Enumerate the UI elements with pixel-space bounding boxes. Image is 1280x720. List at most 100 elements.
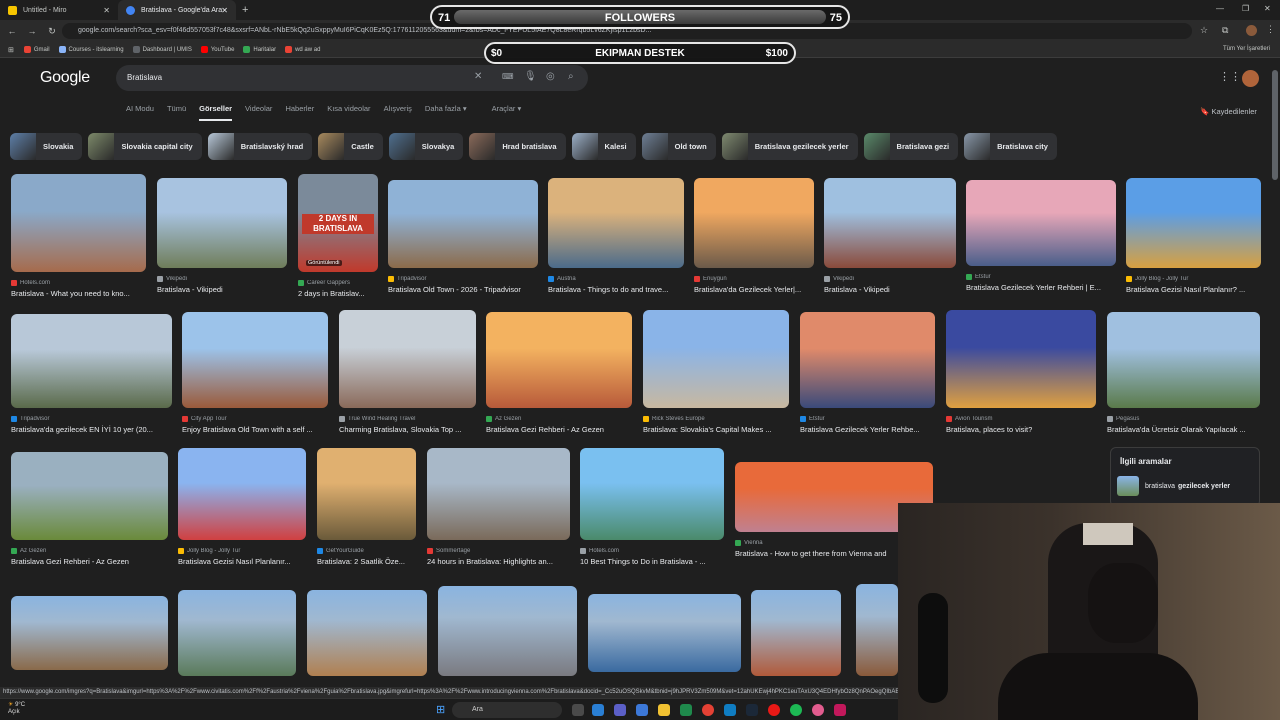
result-thumbnail[interactable] <box>178 448 306 540</box>
image-result[interactable] <box>307 590 427 676</box>
result-title[interactable]: Bratislava'da gezilecek EN İYİ 10 yer (2… <box>11 425 172 434</box>
steam-icon[interactable] <box>746 704 758 716</box>
search-tab[interactable]: Kısa videolar <box>327 104 370 121</box>
result-title[interactable]: Bratislava Gezi Rehberi - Az Gezen <box>486 425 632 434</box>
image-result[interactable]: Rick Steves Europe Bratislava: Slovakia's… <box>643 310 789 434</box>
result-title[interactable]: Bratislava Old Town - 2026 - Tripadvisor <box>388 285 538 294</box>
profile-avatar[interactable] <box>1246 25 1257 36</box>
result-thumbnail[interactable] <box>317 448 416 540</box>
tab-google[interactable]: Bratislava - Google'da Ara ✕ <box>118 0 236 20</box>
search-tab[interactable]: Araçlar ▾ <box>492 104 522 121</box>
search-icon[interactable]: ⌕ <box>568 71 574 82</box>
result-title[interactable]: 10 Best Things to Do in Bratislava - ... <box>580 557 724 566</box>
result-thumbnail[interactable] <box>388 180 538 268</box>
result-thumbnail[interactable] <box>694 178 814 268</box>
image-result[interactable]: Tripadvisor Bratislava Old Town - 2026 - … <box>388 180 538 294</box>
image-result[interactable]: Vikipedi Bratislava - Vikipedi <box>824 178 956 294</box>
search-tab[interactable]: Tümü <box>167 104 186 121</box>
result-thumbnail[interactable] <box>800 312 935 408</box>
result-thumbnail[interactable] <box>339 310 476 408</box>
bookmark-star-icon[interactable]: ☆ <box>1200 25 1208 36</box>
menu-icon[interactable]: ⋮ <box>1266 24 1275 35</box>
close-icon[interactable]: ✕ <box>103 6 110 15</box>
result-title[interactable]: Bratislava Gezilecek Yerler Rehbe... <box>800 425 935 434</box>
filter-chip[interactable]: Slovakia capital city <box>88 133 202 160</box>
search-tab[interactable]: Alışveriş <box>384 104 412 121</box>
filter-chip[interactable]: Slovakia <box>10 133 83 160</box>
image-result[interactable] <box>588 594 741 672</box>
image-result[interactable]: Vikipedi Bratislava - Vikipedi <box>157 178 287 294</box>
image-result[interactable]: Sommertage 24 hours in Bratislava: Highli… <box>427 448 570 566</box>
bookmark-item[interactable]: wd aw ad <box>285 46 320 53</box>
edge-icon[interactable] <box>636 704 648 716</box>
excel-icon[interactable] <box>680 704 692 716</box>
filter-chip[interactable]: Hrad bratislava <box>469 133 566 160</box>
opera-icon[interactable] <box>768 704 780 716</box>
result-title[interactable]: 24 hours in Bratislava: Highlights an... <box>427 557 570 566</box>
result-title[interactable]: Bratislava'da Ücretsiz Olarak Yapılacak … <box>1107 425 1260 434</box>
google-logo[interactable]: Google <box>40 69 90 87</box>
result-title[interactable]: Bratislava Gezisi Nasıl Planlanır... <box>178 557 306 566</box>
result-title[interactable]: Bratislava - What you need to kno... <box>11 289 146 298</box>
filter-chip[interactable]: Bratislavský hrad <box>207 133 313 160</box>
search-tab[interactable]: AI Modu <box>126 104 154 121</box>
result-title[interactable]: 2 days in Bratislav... <box>298 289 378 298</box>
search-input[interactable]: Bratislava <box>127 73 162 82</box>
image-result[interactable]: True Wind Healing Travel Charming Bratisl… <box>339 310 476 434</box>
close-icon[interactable]: ✕ <box>221 6 228 15</box>
app-icon[interactable] <box>812 704 824 716</box>
close-window-icon[interactable]: ✕ <box>1264 4 1271 13</box>
bookmark-item[interactable]: Gmail <box>23 46 50 53</box>
result-thumbnail[interactable] <box>643 310 789 408</box>
result-thumbnail[interactable] <box>427 448 570 540</box>
bookmark-item[interactable]: Courses - itslearning <box>58 46 124 53</box>
filter-chip[interactable]: Bratislava city <box>964 133 1057 160</box>
weather-widget[interactable]: ☀ 9°C Açık <box>8 702 25 716</box>
result-title[interactable]: Bratislava - Vikipedi <box>824 285 956 294</box>
image-result[interactable]: Tripadvisor Bratislava'da gezilecek EN İY… <box>11 314 172 434</box>
result-thumbnail[interactable] <box>1126 178 1261 268</box>
extensions-icon[interactable]: ⧉ <box>1222 25 1228 36</box>
apps-icon[interactable]: ⊞ <box>8 46 14 54</box>
result-title[interactable]: Bratislava: Slovakia's Capital Makes ... <box>643 425 789 434</box>
search-tab[interactable]: Haberler <box>285 104 314 121</box>
all-bookmarks[interactable]: Tüm Yer İşaretleri <box>1223 46 1270 52</box>
result-title[interactable]: Bratislava Gezi Rehberi - Az Gezen <box>11 557 168 566</box>
bookmark-item[interactable]: Dashboard | UMIS <box>132 46 192 53</box>
bookmark-item[interactable]: Haritalar <box>243 46 276 53</box>
account-avatar[interactable] <box>1242 70 1259 87</box>
spotify-icon[interactable] <box>790 704 802 716</box>
start-icon[interactable]: ⊞ <box>436 703 445 716</box>
search-tab[interactable]: Videolar <box>245 104 272 121</box>
filter-chip[interactable]: Castle <box>318 133 383 160</box>
new-tab-button[interactable]: + <box>236 4 254 16</box>
teams-icon[interactable] <box>614 704 626 716</box>
image-result[interactable] <box>856 584 898 676</box>
result-title[interactable]: Enjoy Bratislava Old Town with a self ..… <box>182 425 328 434</box>
tab-miro[interactable]: Untitled - Miro ✕ <box>0 0 118 20</box>
taskbar-search[interactable]: Ara <box>452 702 562 718</box>
image-result[interactable]: Jolly Blog - Jolly Tur Bratislava Gezisi … <box>1126 178 1261 294</box>
task-view-icon[interactable] <box>572 704 584 716</box>
app-icon[interactable] <box>834 704 846 716</box>
search-box[interactable]: Bratislava ✕ ⌨ 🎙 ◎ ⌕ <box>116 65 588 91</box>
lens-icon[interactable]: ◎ <box>546 71 555 82</box>
microphone-icon[interactable]: 🎙 <box>524 71 537 82</box>
explorer-icon[interactable] <box>658 704 670 716</box>
image-result[interactable]: Austria Bratislava - Things to do and tra… <box>548 178 684 294</box>
image-result[interactable]: Hotels.com 10 Best Things to Do in Bratis… <box>580 448 724 566</box>
bookmark-item[interactable]: YouTube <box>200 46 234 53</box>
result-title[interactable]: Bratislava'da Gezilecek Yerler|... <box>694 285 814 294</box>
result-thumbnail[interactable] <box>11 452 168 540</box>
image-result[interactable]: Etstur Bratislava Gezilecek Yerler Rehber… <box>966 180 1116 292</box>
reload-icon[interactable]: ↻ <box>44 26 60 37</box>
related-item[interactable]: bratislava gezilecek yerler <box>1117 476 1259 496</box>
image-result[interactable]: GetYourGuide Bratislava: 2 Saatlik Öze... <box>317 448 416 566</box>
image-result[interactable]: Jolly Blog - Jolly Tur Bratislava Gezisi … <box>178 448 306 566</box>
image-result[interactable]: Az Gezen Bratislava Gezi Rehberi - Az Gez… <box>486 312 632 434</box>
filter-chip[interactable]: Slovakya <box>388 133 464 160</box>
image-result[interactable]: 2 DAYS IN BRATISLAVA Görüntülendi Career G… <box>298 174 378 298</box>
saved-link[interactable]: 🔖 Kaydedilenler <box>1200 107 1257 116</box>
maximize-icon[interactable]: ❐ <box>1242 4 1249 13</box>
result-thumbnail[interactable] <box>548 178 684 268</box>
